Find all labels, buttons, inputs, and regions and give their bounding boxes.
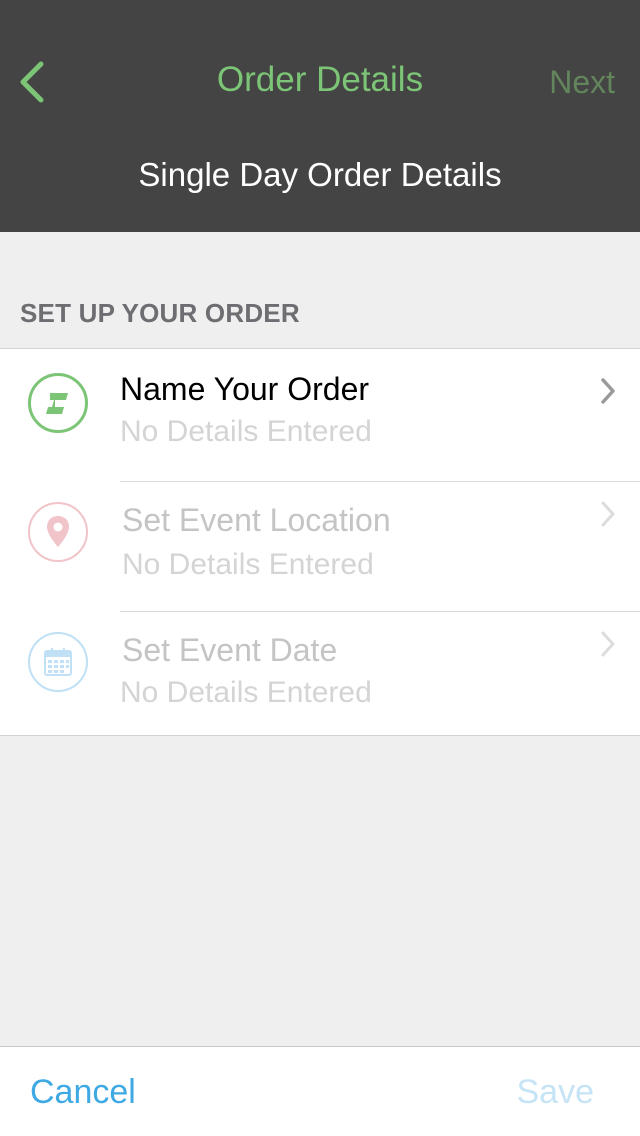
list-item-detail: No Details Entered <box>120 676 372 709</box>
list-item-title: Name Your Order <box>120 371 370 407</box>
section-header: SET UP YOUR ORDER <box>20 298 300 328</box>
page-subtitle: Single Day Order Details <box>138 156 502 193</box>
cancel-button[interactable]: Cancel <box>30 1071 136 1113</box>
list-item-title: Set Event Location <box>122 502 391 538</box>
list-item-title: Set Event Date <box>122 632 338 668</box>
list-item-detail: No Details Entered <box>122 548 374 581</box>
list-item-name-order[interactable]: Name Your Order No Details Entered <box>0 349 640 481</box>
bottom-toolbar: Cancel Save <box>0 1046 640 1136</box>
location-pin-icon <box>28 502 88 562</box>
chevron-right-icon <box>601 501 615 527</box>
nav-header: Order Details Next Single Day Order Deta… <box>0 0 640 232</box>
next-button[interactable]: Next <box>549 62 615 102</box>
chevron-right-icon <box>601 378 615 404</box>
page-title: Order Details <box>216 60 424 99</box>
order-tag-icon <box>28 373 88 433</box>
list-item-detail: No Details Entered <box>120 415 372 448</box>
order-setup-list: Name Your Order No Details Entered Set E… <box>0 348 640 736</box>
list-item-event-date[interactable]: Set Event Date No Details Entered <box>0 612 640 736</box>
chevron-right-icon <box>601 631 615 657</box>
save-button[interactable]: Save <box>517 1071 595 1113</box>
list-item-event-location[interactable]: Set Event Location No Details Entered <box>0 482 640 612</box>
calendar-icon <box>28 632 88 692</box>
